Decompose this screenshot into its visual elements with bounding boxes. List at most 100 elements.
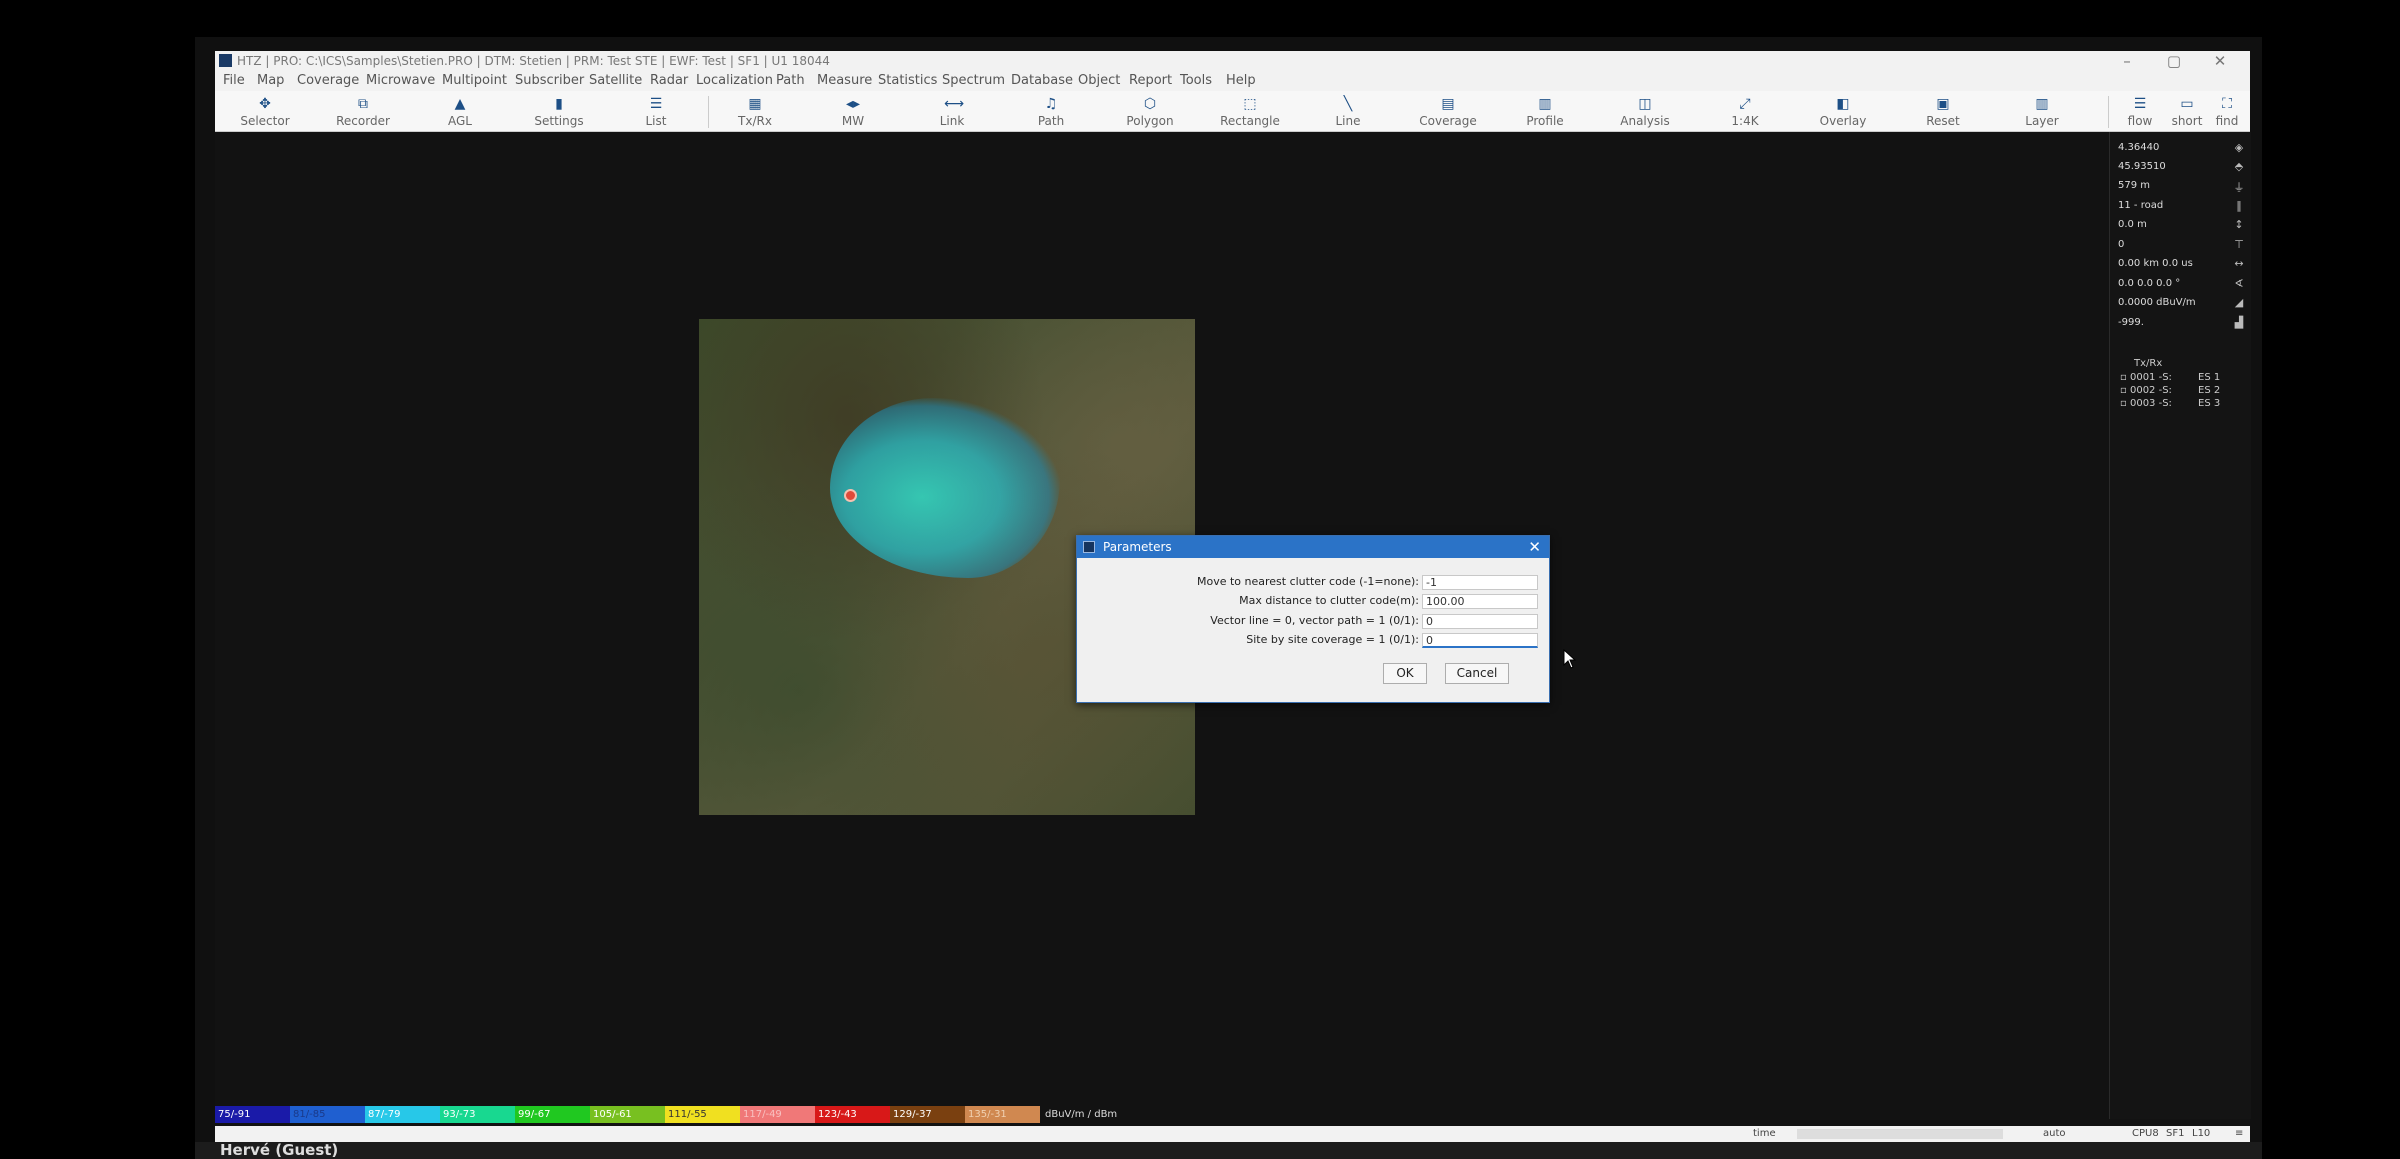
- tool-overlay[interactable]: ◧ Overlay: [1798, 91, 1888, 131]
- menu-subscriber[interactable]: Subscriber: [515, 71, 584, 91]
- menu-radar[interactable]: Radar: [650, 71, 688, 91]
- tool-txrx[interactable]: ▦ Tx/Rx: [710, 91, 800, 131]
- tool-agl[interactable]: ▲ AGL: [415, 91, 505, 131]
- settings-icon: ▮: [555, 96, 563, 112]
- tool-link[interactable]: ⟷ Link: [907, 91, 997, 131]
- cancel-button[interactable]: Cancel: [1445, 663, 1509, 684]
- legend-unit: dBuV/m / dBm: [1045, 1109, 1118, 1120]
- tool-find[interactable]: ⛶ find: [2205, 91, 2249, 131]
- readout-latitude: 45.93510: [2118, 161, 2166, 172]
- longitude-icon: ◈: [2234, 141, 2244, 154]
- tool-profile[interactable]: ▥ Profile: [1500, 91, 1590, 131]
- menu-spectrum[interactable]: Spectrum: [942, 71, 1005, 91]
- dialog-close-icon[interactable]: ✕: [1528, 536, 1541, 558]
- tool-line[interactable]: ╲ Line: [1303, 91, 1393, 131]
- dialog-title: Parameters: [1103, 540, 1172, 554]
- menu-microwave[interactable]: Microwave: [366, 71, 435, 91]
- tool-reset[interactable]: ▣ Reset: [1898, 91, 1988, 131]
- status-cpu: CPU8: [2132, 1128, 2159, 1139]
- menu-tools[interactable]: Tools: [1180, 71, 1212, 91]
- distance-icon: ↔: [2234, 257, 2244, 270]
- readout-altitude: 579 m: [2118, 180, 2151, 191]
- param-input-site-by-site[interactable]: [1422, 633, 1538, 648]
- tool-settings[interactable]: ▮ Settings: [514, 91, 604, 131]
- readout-distance: 0.00 km 0.0 us: [2118, 258, 2193, 269]
- agl-icon: ▲: [454, 96, 466, 112]
- status-menu-icon[interactable]: ≡: [2235, 1126, 2243, 1142]
- menu-satellite[interactable]: Satellite: [589, 71, 642, 91]
- maximize-button[interactable]: ▢: [2159, 51, 2189, 71]
- menu-multipoint[interactable]: Multipoint: [442, 71, 507, 91]
- tool-list[interactable]: ☰ List: [611, 91, 701, 131]
- field-icon: ◢: [2234, 296, 2244, 309]
- readout-height: 0.0 m: [2118, 219, 2147, 230]
- profile-icon: ▥: [1538, 96, 1552, 112]
- layer-icon: ▥: [2035, 96, 2049, 112]
- tool-zoom[interactable]: ⤢ 1:4K: [1700, 91, 1790, 131]
- readout-code: 0: [2118, 239, 2125, 250]
- selector-icon: ✥: [259, 96, 271, 112]
- param-input-vector-mode[interactable]: [1422, 614, 1538, 629]
- user-label: Hervé (Guest): [220, 1141, 339, 1159]
- path-icon: ♫: [1044, 96, 1058, 112]
- menu-help[interactable]: Help: [1226, 71, 1256, 91]
- txrx-row-name: ES 2: [2198, 385, 2221, 396]
- tool-mw[interactable]: ◂▸ MW: [808, 91, 898, 131]
- txrx-row[interactable]: ▫ 0003 -S:: [2120, 398, 2172, 409]
- legend-item: 123/-43: [815, 1106, 890, 1123]
- signal-icon: ▟: [2234, 316, 2244, 329]
- param-input-max-distance[interactable]: [1422, 594, 1538, 609]
- txrx-row[interactable]: ▫ 0002 -S:: [2120, 385, 2172, 396]
- mw-icon: ◂▸: [845, 96, 861, 112]
- height-icon: ↕: [2234, 218, 2244, 231]
- ok-button[interactable]: OK: [1383, 663, 1427, 684]
- menu-localization[interactable]: Localization: [696, 71, 773, 91]
- menu-object[interactable]: Object: [1078, 71, 1120, 91]
- txrx-row-name: ES 3: [2198, 398, 2221, 409]
- legend-item: 129/-37: [890, 1106, 965, 1123]
- legend-item: 75/-91: [215, 1106, 290, 1123]
- coverage-icon: ▤: [1441, 96, 1455, 112]
- menu-report[interactable]: Report: [1129, 71, 1172, 91]
- txrx-icon: ▦: [748, 96, 762, 112]
- tool-analysis[interactable]: ◫ Analysis: [1600, 91, 1690, 131]
- readout-longitude: 4.36440: [2118, 142, 2160, 153]
- param-label-site-by-site: Site by site coverage = 1 (0/1):: [1246, 633, 1419, 646]
- tool-layer[interactable]: ▥ Layer: [1997, 91, 2087, 131]
- txrx-row[interactable]: ▫ 0001 -S:: [2120, 372, 2172, 383]
- status-bar: time auto CPU8 SF1 L10 ≡: [215, 1126, 2250, 1142]
- tool-recorder[interactable]: ⧉ Recorder: [318, 91, 408, 131]
- tool-rectangle[interactable]: ⬚ Rectangle: [1205, 91, 1295, 131]
- tool-coverage[interactable]: ▤ Coverage: [1403, 91, 1493, 131]
- minimize-button[interactable]: –: [2112, 51, 2142, 71]
- menu-measure[interactable]: Measure: [817, 71, 872, 91]
- tool-short[interactable]: ▭ short: [2165, 91, 2209, 131]
- menu-file[interactable]: File: [223, 71, 245, 91]
- status-time-label: time: [1753, 1128, 1776, 1139]
- menu-database[interactable]: Database: [1011, 71, 1073, 91]
- readout-level: -999.: [2118, 317, 2144, 328]
- status-sf: SF1: [2166, 1128, 2185, 1139]
- reset-icon: ▣: [1936, 96, 1950, 112]
- tool-selector[interactable]: ✥ Selector: [220, 91, 310, 131]
- mouse-cursor-icon: [1563, 649, 1577, 669]
- menu-bar: File Map Coverage Microwave Multipoint S…: [215, 71, 2250, 91]
- tool-flow[interactable]: ☰ flow: [2118, 91, 2162, 131]
- flow-icon: ☰: [2133, 96, 2147, 112]
- zoom-icon: ⤢: [1739, 96, 1751, 112]
- status-auto-label[interactable]: auto: [2043, 1126, 2066, 1142]
- menu-map[interactable]: Map: [257, 71, 284, 91]
- link-icon: ⟷: [944, 96, 965, 112]
- legend-item: 117/-49: [740, 1106, 815, 1123]
- tool-polygon[interactable]: ⬡ Polygon: [1105, 91, 1195, 131]
- close-button[interactable]: ✕: [2205, 51, 2235, 71]
- menu-path[interactable]: Path: [776, 71, 805, 91]
- param-input-clutter-code[interactable]: [1422, 575, 1538, 590]
- list-icon: ☰: [649, 96, 663, 112]
- menu-statistics[interactable]: Statistics: [878, 71, 937, 91]
- menu-coverage[interactable]: Coverage: [297, 71, 359, 91]
- clutter-icon: ‖: [2236, 199, 2242, 212]
- tool-path[interactable]: ♫ Path: [1006, 91, 1096, 131]
- transmitter-site-marker[interactable]: [844, 489, 857, 502]
- legend-item: 135/-31: [965, 1106, 1040, 1123]
